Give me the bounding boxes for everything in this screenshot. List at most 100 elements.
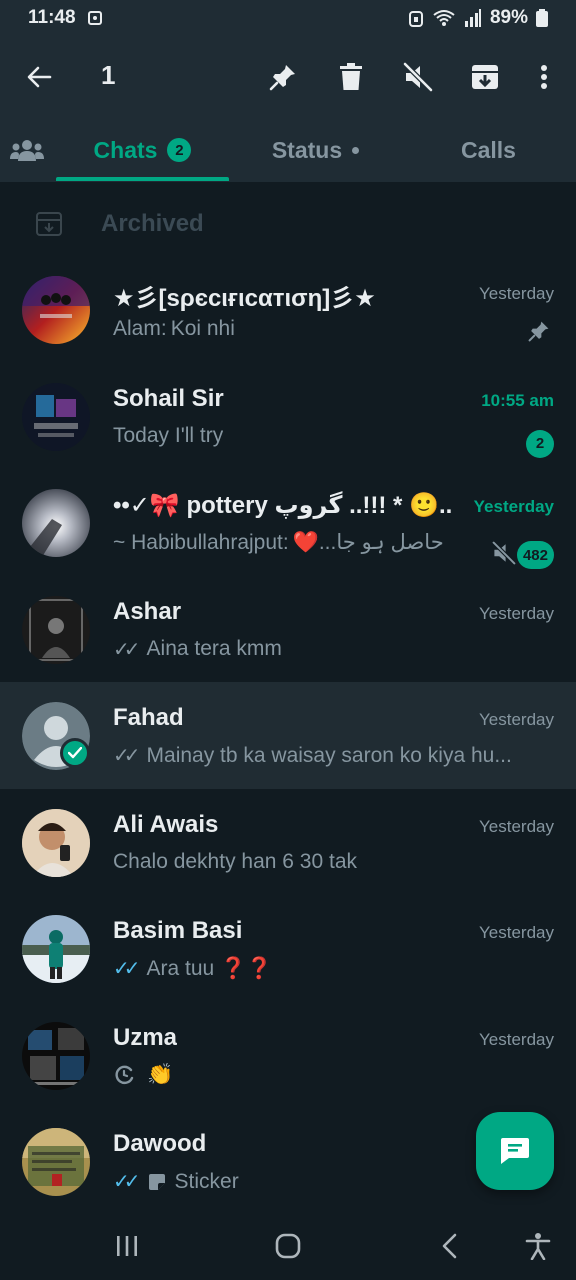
double-tick-read-icon: ✓✓ — [113, 958, 140, 980]
chat-name: Sohail Sir — [113, 384, 224, 412]
arrow-back-icon — [27, 66, 52, 88]
pin-button[interactable] — [255, 36, 311, 118]
chat-preview: Today I'll try — [113, 424, 223, 448]
tab-status[interactable]: Status — [229, 118, 402, 182]
chat-row[interactable]: Basim Basi Yesterday ✓✓ Ara tuu ❓❓ — [0, 895, 576, 1002]
delete-button[interactable] — [323, 36, 379, 118]
tab-chats-label: Chats — [93, 136, 158, 163]
communities-tab[interactable] — [8, 130, 46, 170]
chat-name: Basim Basi — [113, 917, 243, 944]
chat-row[interactable]: Ashar Yesterday ✓✓ Aina tera kmm — [0, 576, 576, 683]
unread-count-badge: 2 — [526, 429, 554, 458]
new-chat-button[interactable] — [476, 1112, 554, 1190]
chat-name: Fahad — [113, 704, 184, 731]
chat-time: Yesterday — [479, 816, 554, 836]
signal-icon — [464, 9, 481, 27]
chat-time: Yesterday — [473, 497, 554, 516]
chat-row[interactable]: Uzma Yesterday 👏 — [0, 1002, 576, 1109]
tab-chats[interactable]: Chats 2 — [56, 118, 229, 182]
chats-unread-badge: 2 — [167, 138, 192, 162]
new-chat-icon — [501, 1138, 529, 1164]
chat-time: Yesterday — [479, 603, 554, 623]
chat-preview: ~ Habibullahrajput: حاصل ہو جا...❤️ — [113, 530, 444, 555]
archived-chats-row[interactable]: Archived — [0, 182, 576, 266]
chat-row-selected[interactable]: Fahad Yesterday ✓✓ Mainay tb ka waisay s… — [0, 682, 576, 789]
chat-name: Ali Awais — [113, 810, 219, 838]
mute-button[interactable] — [390, 36, 446, 118]
tab-status-label: Status — [271, 136, 343, 163]
avatar[interactable] — [22, 489, 90, 557]
chat-time: Yesterday — [479, 710, 554, 729]
tab-bar: Chats 2 Status Calls — [0, 118, 576, 182]
chat-message: Mainay tb ka waisay saron ko kiya hu... — [146, 743, 512, 767]
back-button[interactable] — [11, 36, 67, 118]
more-options-button[interactable] — [516, 36, 572, 118]
avatar[interactable] — [22, 915, 90, 983]
chat-name: Dawood — [113, 1130, 207, 1157]
wifi-icon — [433, 10, 455, 26]
mute-icon — [403, 62, 433, 92]
chat-name: ★彡[ѕρєcιғιcαтιση]彡★ — [113, 285, 376, 312]
chat-list: ★彡[ѕρєcιғιcαтιση]彡★ Yesterday Alam: Koi … — [0, 256, 576, 1215]
home-icon — [275, 1233, 301, 1259]
avatar[interactable] — [22, 808, 90, 877]
chat-time: Yesterday — [479, 284, 554, 303]
chat-row[interactable]: ★彡[ѕρєcιғιcαтιση]彡★ Yesterday Alam: Koi … — [0, 256, 576, 363]
archive-icon — [36, 212, 62, 236]
selection-toolbar: 1 — [0, 36, 576, 118]
chat-preview: ✓✓ Aina tera kmm — [113, 637, 282, 662]
unread-count-badge: 482 — [516, 541, 554, 569]
muted-icon — [492, 541, 516, 565]
chat-row[interactable]: ••✓🎀 pottery گروپ ..!!! * 🙂... Yesterday… — [0, 469, 576, 576]
battery-icon — [536, 9, 548, 27]
chat-sender: ~ Habibullahrajput: — [113, 530, 289, 554]
archive-button[interactable] — [457, 36, 513, 118]
chat-row[interactable]: Sohail Sir 10:55 am Today I'll try 2 — [0, 363, 576, 470]
communities-icon — [10, 140, 44, 161]
double-tick-icon: ✓✓ — [113, 745, 140, 767]
chat-message: Aina tera kmm — [146, 637, 282, 660]
chat-message: Ara tuu ❓❓ — [146, 956, 273, 980]
more-vert-icon — [541, 65, 547, 89]
chat-preview: 👏 — [113, 1063, 173, 1087]
selected-check-icon — [60, 738, 90, 768]
archive-icon — [472, 65, 498, 89]
double-tick-read-icon: ✓✓ — [113, 1171, 140, 1193]
chat-preview: ✓✓ Ara tuu ❓❓ — [113, 956, 272, 981]
chat-row[interactable]: Ali Awais Yesterday Chalo dekhty han 6 3… — [0, 789, 576, 896]
chat-name: Ashar — [113, 597, 182, 625]
clock: 11:48 — [28, 7, 76, 28]
double-tick-icon: ✓✓ — [113, 638, 140, 661]
chat-name: Uzma — [113, 1023, 178, 1051]
home-button[interactable] — [253, 1212, 323, 1280]
sticker-icon — [148, 1173, 165, 1190]
accessibility-button[interactable] — [503, 1212, 573, 1280]
chat-message: 👏 — [147, 1062, 174, 1086]
avatar[interactable] — [22, 1128, 90, 1196]
chat-message: Chalo dekhty han 6 30 tak — [113, 849, 358, 873]
chat-sender: Alam: — [113, 317, 167, 340]
chat-name: ••✓🎀 pottery گروپ ..!!! * 🙂... — [113, 492, 453, 519]
avatar[interactable] — [22, 1021, 90, 1090]
chat-preview: ✓✓ Mainay tb ka waisay saron ko kiya hu.… — [113, 743, 512, 768]
notification-icon — [87, 11, 102, 25]
active-tab-indicator — [56, 177, 229, 181]
avatar[interactable] — [22, 276, 90, 344]
tab-calls[interactable]: Calls — [402, 118, 575, 182]
pin-icon — [269, 65, 295, 91]
chat-time: Yesterday — [479, 923, 554, 942]
tab-calls-label: Calls — [461, 136, 516, 163]
recent-apps-button[interactable] — [92, 1212, 162, 1280]
system-back-button[interactable] — [414, 1212, 484, 1280]
chat-preview: Alam: Koi nhi — [113, 317, 235, 341]
chat-message: Koi nhi — [170, 317, 235, 340]
battery-percent: 89% — [489, 7, 528, 28]
trash-icon — [340, 63, 362, 90]
pinned-icon — [528, 321, 549, 342]
avatar[interactable] — [22, 595, 90, 664]
status-update-dot — [352, 146, 360, 154]
chat-message: حاصل ہو جا...❤️ — [292, 531, 444, 554]
avatar[interactable] — [22, 382, 90, 451]
system-navigation-bar — [0, 1212, 576, 1280]
status-bar: 11:48 89% — [0, 0, 576, 36]
